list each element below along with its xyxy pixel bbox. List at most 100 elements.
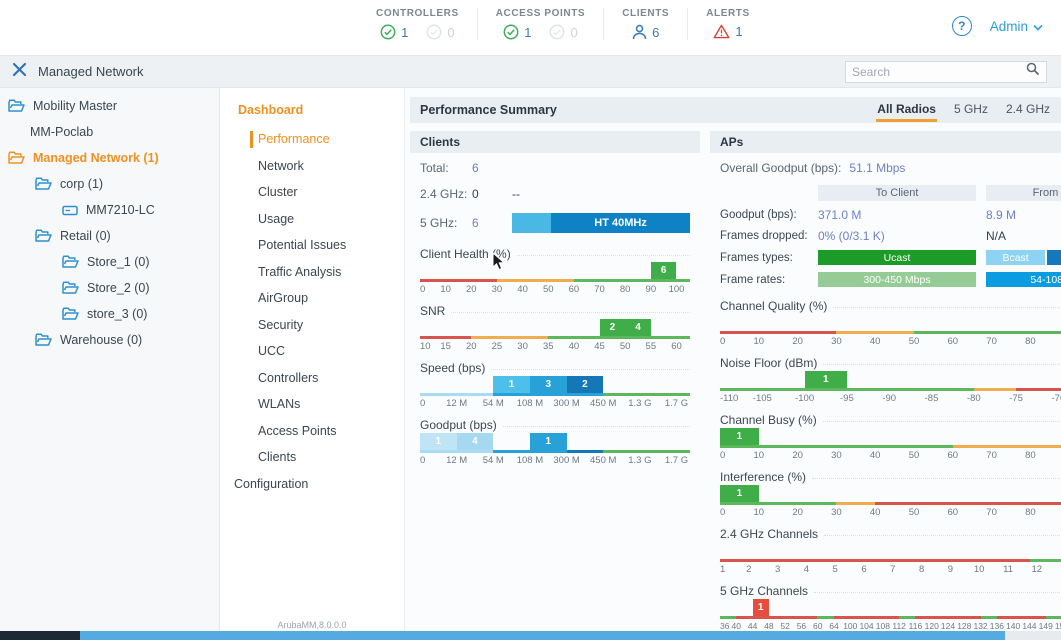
stat-item[interactable]: 1: [713, 24, 742, 39]
tree-item-corp-1[interactable]: corp (1): [0, 171, 219, 197]
axis-tick-label: 80: [1025, 450, 1036, 461]
axis-tick-label: -105: [753, 393, 772, 404]
nav-item-traffic-analysis[interactable]: Traffic Analysis: [220, 259, 404, 286]
histogram-bar-snr[interactable]: 2: [600, 319, 626, 336]
overall-goodput-value[interactable]: 51.1 Mbps: [849, 161, 905, 175]
stat-group-controllers: CONTROLLERS 1 0: [358, 8, 478, 40]
histogram-bar-noise-floor[interactable]: 1: [805, 371, 847, 388]
histogram-bar-speed[interactable]: 3: [530, 376, 567, 393]
nav-item-performance[interactable]: Performance: [220, 126, 404, 153]
scrollbar-dark-segment: [0, 631, 80, 640]
top-header: CONTROLLERS10ACCESS POINTS10CLIENTS6ALER…: [0, 0, 1061, 56]
chart-channel-busy: Channel Busy (%)10102030405060708090: [720, 413, 1061, 461]
cell-from-client[interactable]: 8.9 M: [986, 208, 1061, 222]
stat-value: 6: [652, 25, 659, 40]
axis-tick-label: 44: [748, 621, 757, 631]
stat-item[interactable]: 1: [380, 24, 408, 40]
search-input[interactable]: [852, 65, 1026, 79]
tree-item-mm7210-lc[interactable]: MM7210-LC: [0, 197, 219, 223]
close-icon[interactable]: [12, 62, 27, 82]
histogram-bar-client-health[interactable]: 6: [651, 262, 677, 279]
user-menu[interactable]: Admin: [990, 19, 1043, 34]
folder-icon: [35, 333, 52, 347]
stat-item[interactable]: 1: [503, 24, 531, 40]
frames-types-from-bar-bcast[interactable]: Bcast: [986, 250, 1045, 265]
stat-item[interactable]: 0: [426, 24, 454, 40]
nav-item-clients[interactable]: Clients: [220, 444, 404, 471]
total-label: Total:: [420, 161, 472, 175]
histogram-bar-goodput[interactable]: 1: [420, 433, 457, 450]
horizontal-scrollbar[interactable]: [0, 631, 1061, 640]
axis-tick-label: 140: [1006, 621, 1020, 631]
main-content: Performance Summary All Radios5 GHz2.4 G…: [405, 88, 1061, 640]
axis-tick-label: 450 M: [590, 398, 616, 409]
tab-5-ghz[interactable]: 5 GHz: [953, 99, 989, 122]
nav-item-ucc[interactable]: UCC: [220, 338, 404, 365]
nav-item-network[interactable]: Network: [220, 153, 404, 180]
nav-item-cluster[interactable]: Cluster: [220, 179, 404, 206]
frames-types-from-bar-mcast[interactable]: Mcast: [1047, 250, 1061, 265]
histogram-bar-channel-busy[interactable]: 1: [720, 428, 759, 445]
tree-item-mm-poclab[interactable]: MM-Poclab: [0, 119, 219, 145]
band5-value[interactable]: 6: [472, 216, 512, 230]
histogram-bar-goodput[interactable]: 4: [457, 433, 494, 450]
histogram-bar-speed[interactable]: 1: [493, 376, 530, 393]
axis-tick-label: 450 M: [590, 455, 616, 466]
app-window: CONTROLLERS10ACCESS POINTS10CLIENTS6ALER…: [0, 0, 1061, 640]
stat-label: CONTROLLERS: [376, 8, 459, 19]
nav-item-controllers[interactable]: Controllers: [220, 365, 404, 392]
nav-section-dashboard[interactable]: Dashboard: [220, 88, 404, 126]
search-icon[interactable]: [1026, 62, 1040, 81]
clients-24ghz-row: 2.4 GHz: 0 --: [420, 187, 690, 201]
stat-value: 1: [524, 25, 531, 40]
tree-item-store-2-0[interactable]: Store_2 (0): [0, 275, 219, 301]
cell-to-client[interactable]: 0% (0/3.1 K): [818, 229, 976, 243]
stat-item[interactable]: 0: [549, 24, 577, 40]
axis-tick-label: 54 M: [483, 455, 504, 466]
toolbar: Managed Network: [0, 56, 1061, 88]
tab-all-radios[interactable]: All Radios: [876, 99, 937, 122]
scrollbar-thumb[interactable]: [80, 631, 1005, 640]
clients-5ghz-row: 5 GHz: 6 HT 40MHz: [420, 213, 690, 233]
histogram-bar-channels-5[interactable]: 1: [753, 599, 769, 616]
axis-tick-label: -90: [882, 393, 896, 404]
nav-item-usage[interactable]: Usage: [220, 206, 404, 233]
nav-item-wlans[interactable]: WLANs: [220, 391, 404, 418]
ht-mode-bar[interactable]: HT 40MHz: [512, 213, 690, 233]
nav-item-security[interactable]: Security: [220, 312, 404, 339]
folder-icon: [62, 307, 79, 321]
frame-rates-label: Frame rates:: [720, 274, 808, 286]
axis-tick-label: 12 M: [446, 398, 467, 409]
histogram-bar-snr[interactable]: 4: [625, 319, 651, 336]
frames-types-to-bar-ucast[interactable]: Ucast: [818, 250, 976, 265]
tree-item-mobility-master[interactable]: Mobility Master: [0, 93, 219, 119]
tree-item-store-1-0[interactable]: Store_1 (0): [0, 249, 219, 275]
tree-item-label: Store_1 (0): [87, 255, 150, 269]
nav-item-airgroup[interactable]: AirGroup: [220, 285, 404, 312]
axis-tick-label: 1.7 G: [665, 455, 688, 466]
histogram-bar-goodput[interactable]: 1: [530, 433, 567, 450]
tree-item-managed-network-1[interactable]: Managed Network (1): [0, 145, 219, 171]
nav-item-access-points[interactable]: Access Points: [220, 418, 404, 445]
frame-rates-from-bar-54-108-mbps[interactable]: 54-108 Mbps: [986, 272, 1061, 287]
version-text: ArubaMM,8.0.0.0: [220, 620, 404, 630]
tab-2-4-ghz[interactable]: 2.4 GHz: [1005, 99, 1051, 122]
cell-to-client[interactable]: 371.0 M: [818, 208, 976, 222]
stat-item[interactable]: 6: [632, 24, 659, 40]
total-value[interactable]: 6: [472, 161, 512, 175]
chart-leader-line: [491, 369, 690, 370]
nav-item-potential-issues[interactable]: Potential Issues: [220, 232, 404, 259]
histogram-bar-speed[interactable]: 2: [567, 376, 604, 393]
axis-tick-label: 12: [1032, 564, 1043, 575]
tree-item-warehouse-0[interactable]: Warehouse (0): [0, 327, 219, 353]
tree-item-store-3-0[interactable]: store_3 (0): [0, 301, 219, 327]
frame-rates-to-bar-300-450-mbps[interactable]: 300-450 Mbps: [818, 272, 976, 287]
axis-tick-label: 80: [1025, 336, 1036, 347]
help-icon[interactable]: ?: [952, 16, 972, 36]
chart-title: Interference (%): [720, 470, 806, 484]
nav-item-configuration[interactable]: Configuration: [220, 471, 404, 498]
axis-tick-label: 128: [957, 621, 971, 631]
histogram-bar-interference[interactable]: 1: [720, 485, 759, 502]
tree-item-retail-0[interactable]: Retail (0): [0, 223, 219, 249]
axis-tick-label: 25: [492, 341, 503, 352]
